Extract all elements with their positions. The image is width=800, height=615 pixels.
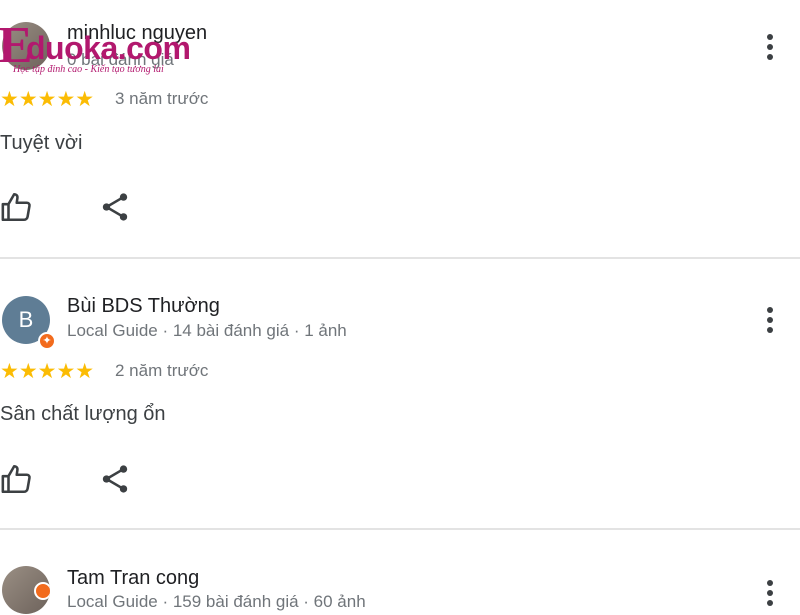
local-guide-badge-icon: ✦ [38,332,56,350]
divider [0,528,800,530]
more-options-button[interactable] [755,303,785,337]
star-rating: ★★★★★ [0,88,95,111]
star-rating: ★★★★★ [0,360,95,383]
avatar-initial: B [18,307,34,332]
share-icon [102,193,128,221]
divider [0,257,800,259]
logo-tagline: Học tập đỉnh cao - Kiến tạo tương lai [13,64,164,75]
avatar[interactable] [2,566,50,614]
review-time: 2 năm trước [115,361,209,380]
thumb-up-icon [1,464,31,494]
logo-brand: duoka.com [26,30,191,66]
review-text: Tuyệt vời [0,132,83,154]
local-guide-badge-icon [34,582,50,600]
reviewer-meta: Local Guide · 14 bài đánh giá · 1 ảnh [67,321,347,340]
more-vert-icon [767,34,773,60]
watermark-logo: E duoka.com Học tập đỉnh cao - Kiến tạo … [0,14,240,84]
review-time: 3 năm trước [115,89,209,108]
reviewer-name[interactable]: Tam Tran cong [67,567,199,590]
more-vert-icon [767,580,773,606]
like-button[interactable] [0,190,34,224]
avatar[interactable]: B ✦ [2,296,56,350]
review-text: Sân chất lượng ổn [0,403,166,425]
share-button[interactable] [98,190,132,224]
share-button[interactable] [98,462,132,496]
like-button[interactable] [0,462,34,496]
reviewer-meta: Local Guide · 159 bài đánh giá · 60 ảnh [67,592,366,611]
share-icon [102,465,128,493]
thumb-up-icon [1,192,31,222]
more-options-button[interactable] [755,576,785,610]
reviewer-name[interactable]: Bùi BDS Thường [67,295,220,318]
more-vert-icon [767,307,773,333]
more-options-button[interactable] [755,30,785,64]
